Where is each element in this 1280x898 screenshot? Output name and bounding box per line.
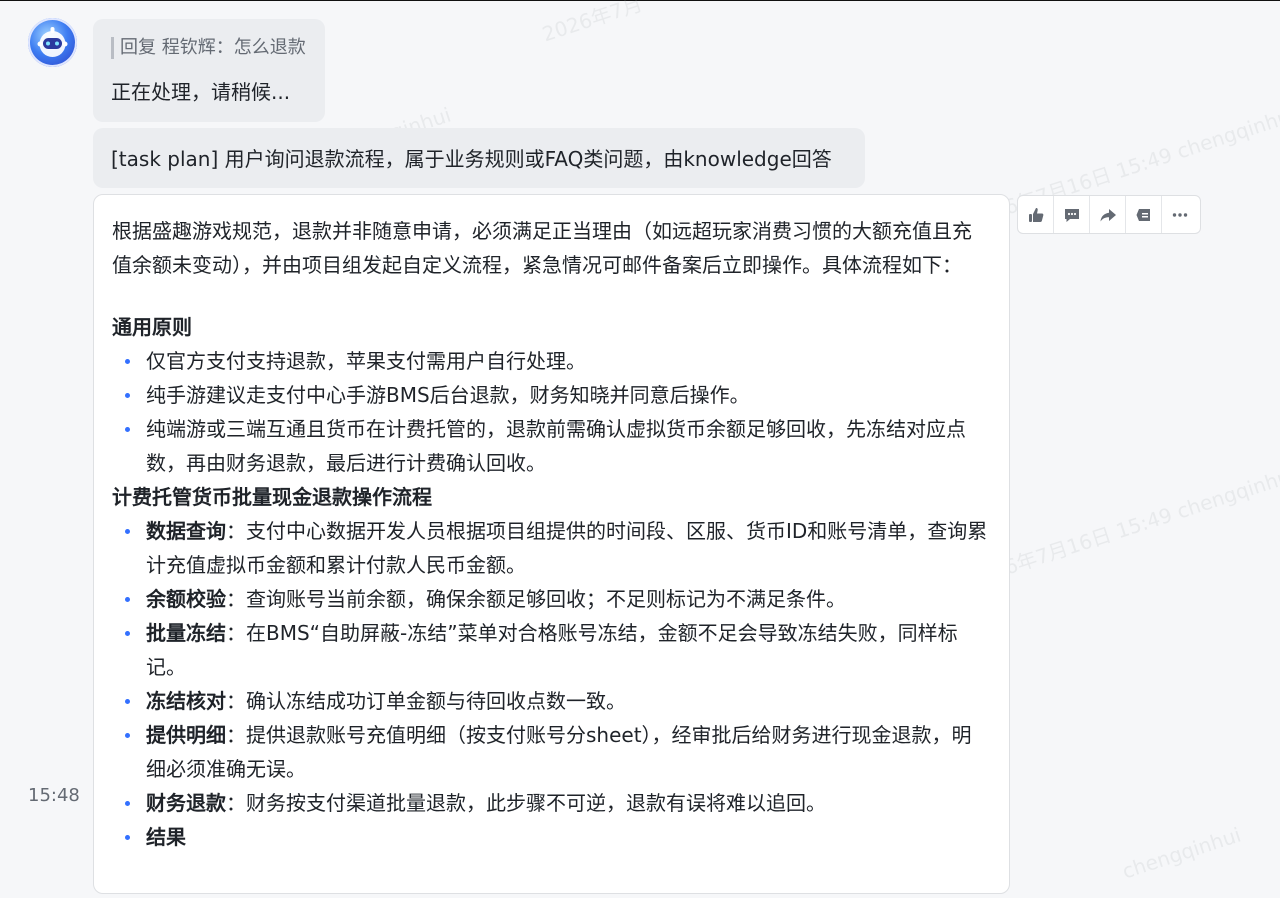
step-text: ：确认冻结成功订单金额与待回收点数一致。	[226, 689, 626, 713]
step-label: 批量冻结	[146, 621, 226, 645]
list-item: 余额校验：查询账号当前余额，确保余额足够回收；不足则标记为不满足条件。	[112, 582, 991, 616]
watermark: chengqinhui	[1119, 822, 1244, 884]
list-item: 结果	[112, 820, 991, 854]
robot-icon	[37, 27, 68, 57]
quote-icon	[1136, 208, 1150, 221]
process-steps-list: 数据查询：支付中心数据开发人员根据项目组提供的时间段、区服、货币ID和账号清单，…	[112, 514, 991, 854]
answer-intro: 根据盛趣游戏规范，退款并非随意申请，必须满足正当理由（如远超玩家消费习惯的大额充…	[112, 219, 972, 277]
message-action-toolbar	[1017, 195, 1201, 234]
step-text: ：支付中心数据开发人员根据项目组提供的时间段、区服、货币ID和账号清单，查询累计…	[146, 519, 988, 577]
forward-button[interactable]	[1090, 196, 1126, 233]
step-label: 财务退款	[146, 791, 226, 815]
more-actions-button[interactable]	[1162, 196, 1198, 233]
answer-message-card[interactable]: 根据盛趣游戏规范，退款并非随意申请，必须满足正当理由（如远超玩家消费习惯的大额充…	[93, 194, 1010, 894]
step-label: 数据查询	[146, 519, 226, 543]
step-label: 冻结核对	[146, 689, 226, 713]
bot-avatar[interactable]	[28, 18, 77, 67]
step-label: 提供明细	[146, 723, 226, 747]
message-timestamp: 15:48	[28, 785, 80, 806]
quote-reply-button[interactable]	[1126, 196, 1162, 233]
section-heading: 通用原则	[112, 315, 192, 339]
reply-comment-button[interactable]	[1054, 196, 1090, 233]
task-plan-message-bubble[interactable]: [task plan] 用户询问退款流程，属于业务规则或FAQ类问题，由know…	[93, 128, 865, 188]
list-item: 提供明细：提供退款账号充值明细（按支付账号分sheet），经审批后给财务进行现金…	[112, 718, 991, 786]
watermark: 2026年7月16日 15:49 chengqinhui	[965, 462, 1280, 592]
thumbs-up-icon	[1028, 207, 1043, 222]
forward-icon	[1100, 208, 1116, 221]
step-text: ：财务按支付渠道批量退款，此步骤不可逆，退款有误将难以追回。	[226, 791, 826, 815]
reply-message-bubble[interactable]: 回复 程钦辉：怎么退款 正在处理，请稍候...	[93, 19, 325, 122]
list-item: 仅官方支付支持退款，苹果支付需用户自行处理。	[112, 344, 991, 378]
message-text: 正在处理，请稍候...	[111, 80, 291, 104]
step-text: ：在BMS“自助屏蔽-冻结”菜单对合格账号冻结，金额不足会导致冻结失败，同样标记…	[146, 621, 958, 679]
step-label: 结果	[146, 825, 186, 849]
list-item: 纯端游或三端互通且货币在计费托管的，退款前需确认虚拟货币余额足够回收，先冻结对应…	[112, 412, 991, 480]
section-heading: 计费托管货币批量现金退款操作流程	[112, 485, 432, 509]
message-text: [task plan] 用户询问退款流程，属于业务规则或FAQ类问题，由know…	[111, 147, 832, 171]
more-icon	[1172, 212, 1188, 217]
step-text: ：查询账号当前余额，确保余额足够回收；不足则标记为不满足条件。	[226, 587, 846, 611]
list-item: 财务退款：财务按支付渠道批量退款，此步骤不可逆，退款有误将难以追回。	[112, 786, 991, 820]
like-button[interactable]	[1018, 196, 1054, 233]
principles-list: 仅官方支付支持退款，苹果支付需用户自行处理。 纯手游建议走支付中心手游BMS后台…	[112, 344, 991, 480]
list-item: 冻结核对：确认冻结成功订单金额与待回收点数一致。	[112, 684, 991, 718]
quoted-message[interactable]: 回复 程钦辉：怎么退款	[111, 37, 307, 59]
comment-icon	[1064, 208, 1079, 222]
list-item: 数据查询：支付中心数据开发人员根据项目组提供的时间段、区服、货币ID和账号清单，…	[112, 514, 991, 582]
list-item: 批量冻结：在BMS“自助屏蔽-冻结”菜单对合格账号冻结，金额不足会导致冻结失败，…	[112, 616, 991, 684]
step-label: 余额校验	[146, 587, 226, 611]
list-item: 纯手游建议走支付中心手游BMS后台退款，财务知晓并同意后操作。	[112, 378, 991, 412]
step-text: ：提供退款账号充值明细（按支付账号分sheet），经审批后给财务进行现金退款，明…	[146, 723, 972, 781]
watermark: 2026年7月	[539, 0, 646, 47]
